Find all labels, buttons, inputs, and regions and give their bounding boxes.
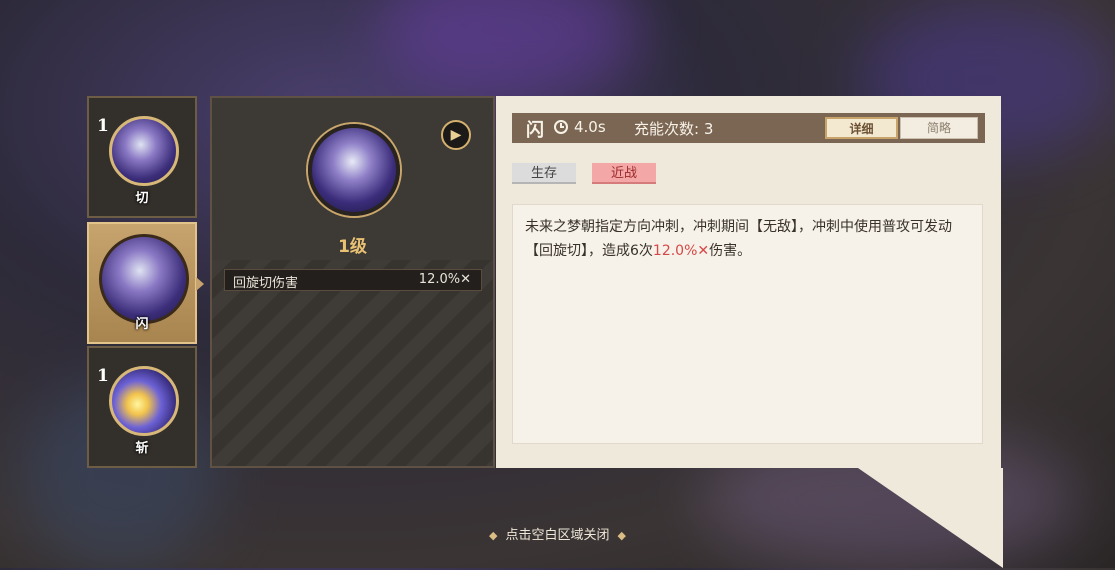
diamond-icon: ◆ — [617, 529, 626, 542]
skill-tab-label: 切 — [135, 191, 149, 206]
character-portrait-icon — [99, 234, 189, 324]
skill-detail-panel: 闪 4.0s 充能次数: 3 详细 简略 生存 近战 未来之梦朝指定方向冲刺，冲… — [496, 96, 1003, 568]
background-blur — [380, 0, 640, 100]
skill-tab-shan[interactable]: 闪 — [87, 222, 204, 344]
close-hint[interactable]: ◆ 点击空白区域关闭 ◆ — [0, 524, 1115, 543]
play-preview-button[interactable]: ▶ — [441, 120, 471, 150]
skill-tab-zhan[interactable]: 1 斩 — [87, 346, 197, 468]
diamond-icon: ◆ — [489, 529, 498, 542]
skill-level: 1 — [97, 116, 109, 136]
detail-view-button[interactable]: 详细 — [825, 117, 898, 139]
description-highlight: 12.0%✕ — [652, 243, 710, 259]
character-portrait-icon — [308, 124, 400, 216]
skill-description: 未来之梦朝指定方向冲刺，冲刺期间【无敌】，冲刺中使用普攻可发动【回旋切】，造成6… — [512, 204, 983, 444]
skill-level-label: 1级 — [338, 237, 367, 257]
stat-name: 回旋切伤害 — [233, 276, 299, 291]
description-text-end: 伤害。 — [709, 243, 752, 259]
skill-name: 闪 — [526, 120, 544, 141]
stat-value: 12.0%✕ — [418, 272, 471, 287]
tag-survival: 生存 — [512, 163, 576, 184]
play-icon: ▶ — [450, 127, 462, 143]
lightning-slash-icon — [109, 366, 179, 436]
skill-header-bar: 闪 4.0s 充能次数: 3 详细 简略 — [512, 113, 985, 143]
cooldown-value: 4.0s — [574, 118, 606, 136]
clock-icon — [554, 120, 568, 134]
skill-overview-panel: ▶ 1级 回旋切伤害 12.0%✕ — [210, 96, 495, 468]
skill-level: 1 — [97, 366, 109, 386]
stat-row: 回旋切伤害 12.0%✕ — [224, 269, 482, 291]
skill-tab-label: 闪 — [135, 317, 149, 332]
brief-view-button[interactable]: 简略 — [900, 117, 978, 139]
skill-tab-label: 斩 — [135, 441, 149, 456]
close-hint-text: 点击空白区域关闭 — [505, 528, 610, 543]
tag-melee: 近战 — [592, 163, 656, 184]
sword-slash-icon — [109, 116, 179, 186]
charges-count: 充能次数: 3 — [634, 120, 714, 138]
skill-tab-qie[interactable]: 1 切 — [87, 96, 197, 218]
